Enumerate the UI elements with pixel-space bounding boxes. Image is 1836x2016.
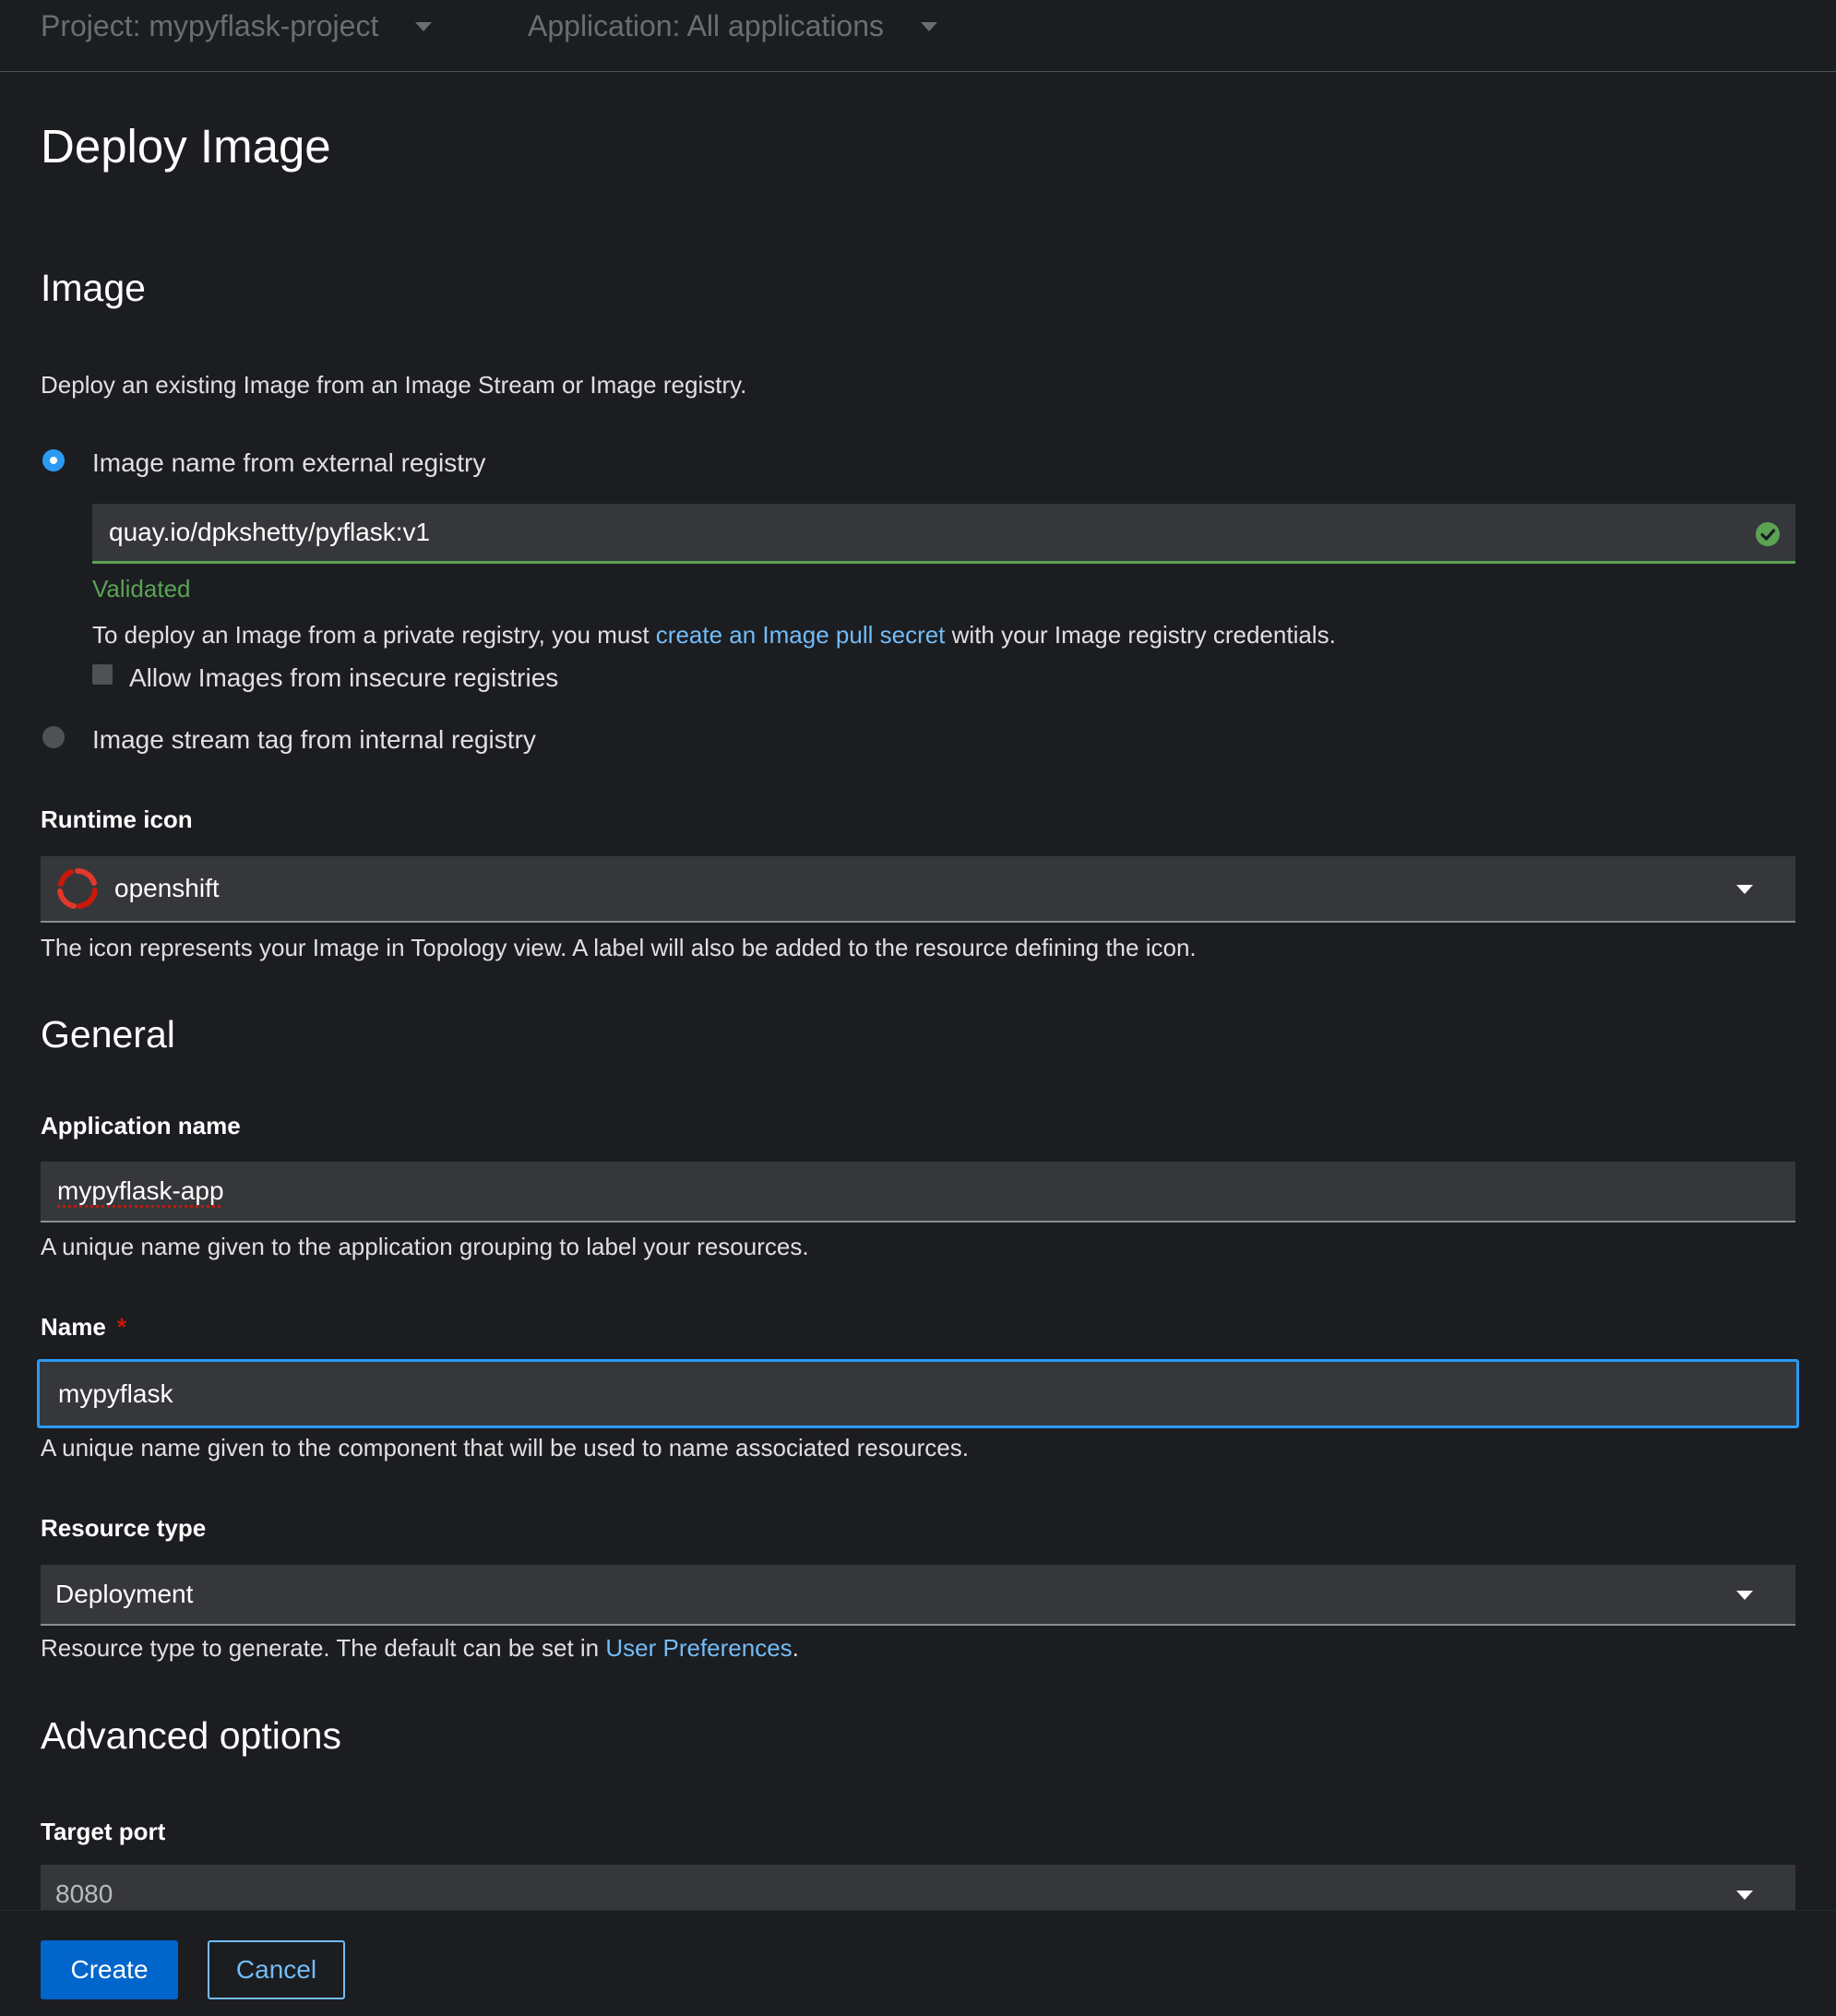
cancel-button[interactable]: Cancel bbox=[208, 1940, 345, 1999]
image-name-value: quay.io/dpkshetty/pyflask:v1 bbox=[109, 518, 430, 547]
application-selector[interactable]: Application: All applications bbox=[528, 9, 937, 43]
project-selector-label: Project: mypyflask-project bbox=[41, 9, 378, 43]
application-name-label: Application name bbox=[41, 1112, 241, 1140]
form-footer: Create Cancel bbox=[0, 1910, 1836, 2016]
page-title: Deploy Image bbox=[41, 119, 331, 173]
openshift-icon bbox=[55, 866, 100, 911]
caret-down-icon bbox=[1736, 1591, 1753, 1600]
name-help: A unique name given to the component tha… bbox=[41, 1434, 969, 1462]
application-name-input[interactable]: mypyflask-app bbox=[41, 1162, 1795, 1223]
private-registry-note: To deploy an Image from a private regist… bbox=[92, 621, 1336, 650]
private-registry-note-text: To deploy an Image from a private regist… bbox=[92, 621, 656, 649]
runtime-icon-label: Runtime icon bbox=[41, 805, 193, 834]
radio-internal-registry-label[interactable]: Image stream tag from internal registry bbox=[92, 725, 536, 755]
insecure-registries-label[interactable]: Allow Images from insecure registries bbox=[129, 663, 558, 693]
project-selector[interactable]: Project: mypyflask-project bbox=[41, 9, 432, 43]
general-section-heading: General bbox=[41, 1013, 175, 1056]
target-port-label: Target port bbox=[41, 1818, 165, 1846]
radio-external-registry-label[interactable]: Image name from external registry bbox=[92, 448, 485, 478]
image-section-heading: Image bbox=[41, 267, 146, 310]
create-pull-secret-link[interactable]: create an Image pull secret bbox=[656, 621, 946, 649]
application-selector-label: Application: All applications bbox=[528, 9, 884, 43]
caret-down-icon bbox=[415, 22, 432, 31]
name-label-text: Name bbox=[41, 1313, 106, 1341]
caret-down-icon bbox=[1736, 1891, 1753, 1900]
insecure-registries-checkbox[interactable] bbox=[92, 664, 113, 685]
create-button[interactable]: Create bbox=[41, 1940, 178, 1999]
required-asterisk: * bbox=[117, 1313, 126, 1341]
private-registry-note-suffix: with your Image registry credentials. bbox=[945, 621, 1335, 649]
resource-type-help-text: Resource type to generate. The default c… bbox=[41, 1634, 605, 1662]
application-name-help: A unique name given to the application g… bbox=[41, 1233, 809, 1261]
runtime-icon-help: The icon represents your Image in Topolo… bbox=[41, 934, 1197, 962]
name-input[interactable]: mypyflask bbox=[37, 1359, 1799, 1428]
resource-type-help: Resource type to generate. The default c… bbox=[41, 1634, 799, 1663]
validation-text: Validated bbox=[92, 575, 191, 603]
check-circle-icon bbox=[1755, 521, 1781, 547]
radio-internal-registry[interactable] bbox=[42, 726, 65, 748]
name-label: Name * bbox=[41, 1313, 126, 1342]
radio-external-registry[interactable] bbox=[42, 449, 65, 471]
resource-type-value: Deployment bbox=[55, 1580, 193, 1609]
caret-down-icon bbox=[1736, 885, 1753, 894]
name-value: mypyflask bbox=[58, 1379, 173, 1409]
resource-type-select[interactable]: Deployment bbox=[41, 1565, 1795, 1626]
user-preferences-link[interactable]: User Preferences bbox=[605, 1634, 792, 1662]
application-name-value: mypyflask-app bbox=[57, 1176, 224, 1206]
caret-down-icon bbox=[921, 22, 937, 31]
image-section-description: Deploy an existing Image from an Image S… bbox=[41, 371, 746, 400]
runtime-icon-value: openshift bbox=[114, 874, 220, 903]
runtime-icon-select[interactable]: openshift bbox=[41, 856, 1795, 923]
resource-type-label: Resource type bbox=[41, 1514, 206, 1543]
advanced-options-heading: Advanced options bbox=[41, 1714, 341, 1758]
context-bar: Project: mypyflask-project Application: … bbox=[0, 0, 1836, 72]
image-name-input[interactable]: quay.io/dpkshetty/pyflask:v1 bbox=[92, 504, 1795, 564]
target-port-value: 8080 bbox=[55, 1879, 113, 1909]
resource-type-help-suffix: . bbox=[793, 1634, 799, 1662]
